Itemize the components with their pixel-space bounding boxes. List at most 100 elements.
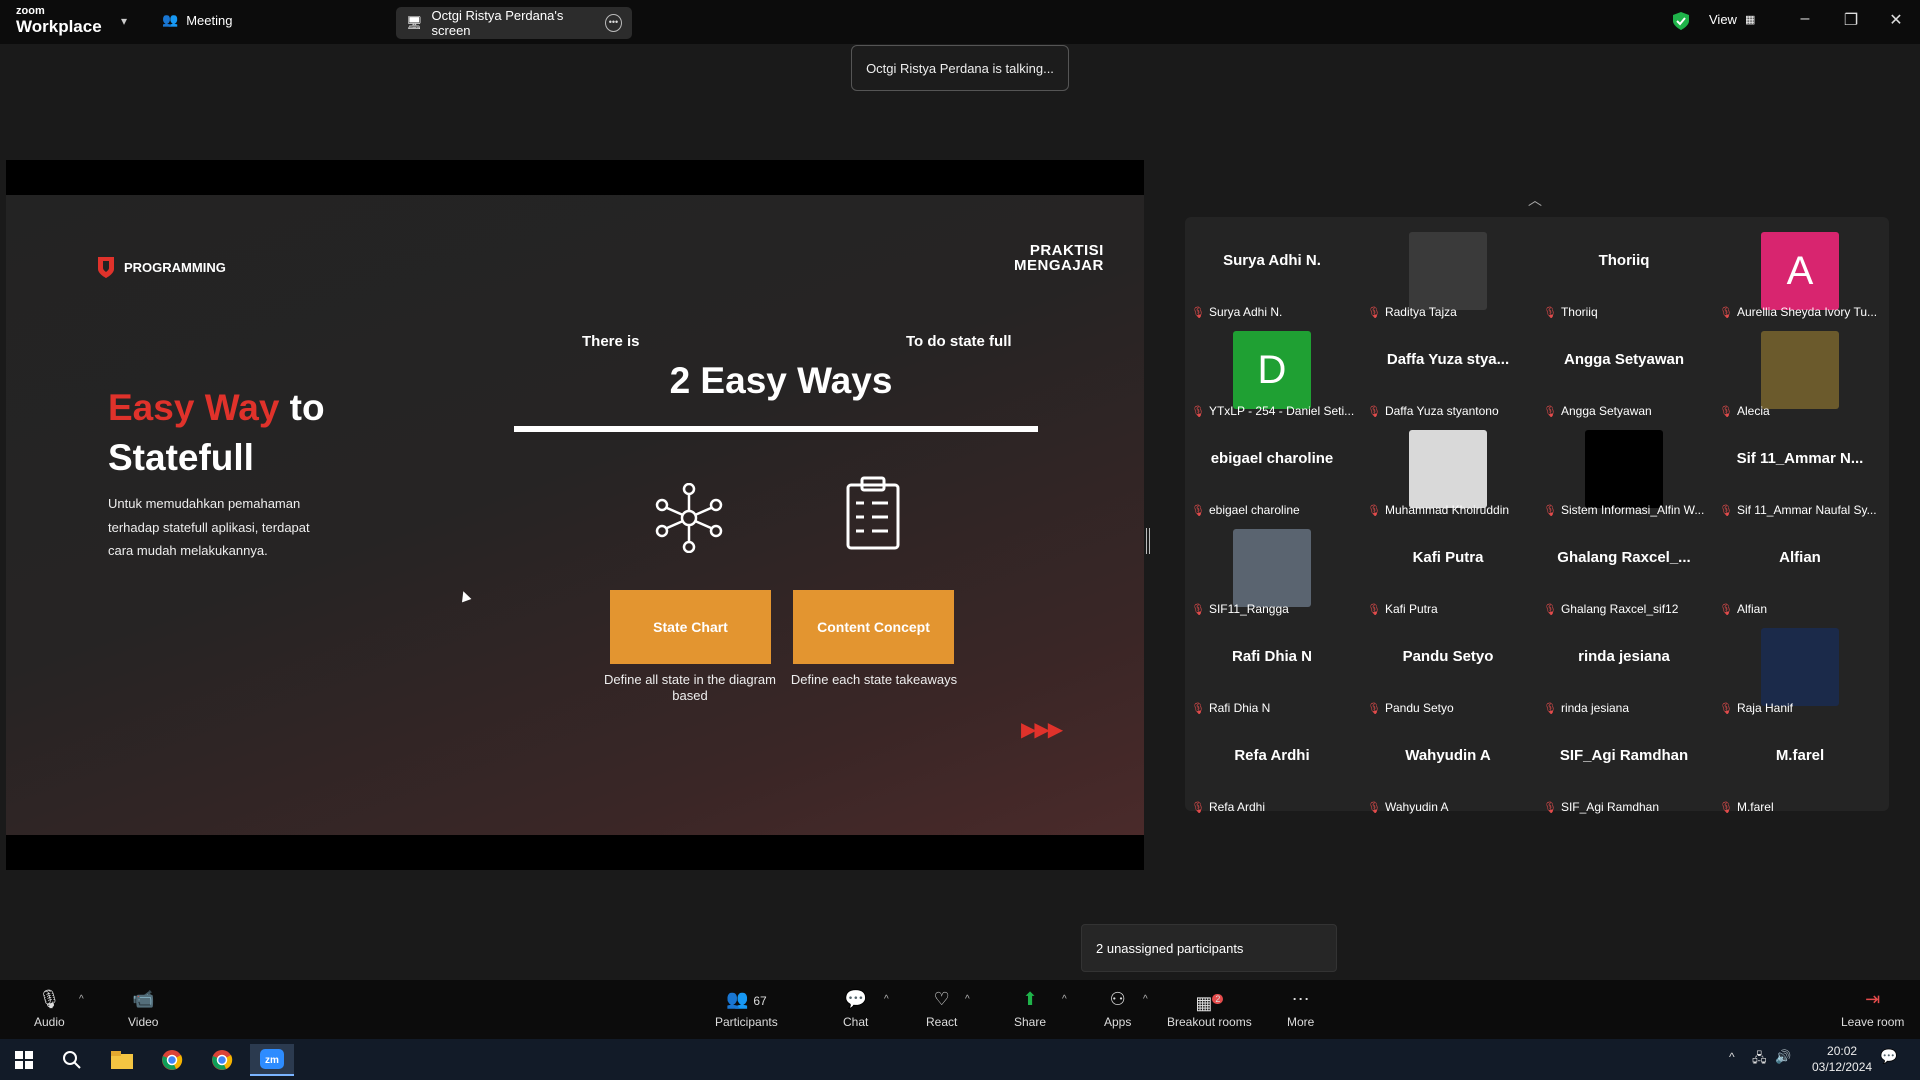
share-options-caret[interactable]: ^	[1062, 994, 1067, 1005]
participant-tile[interactable]: Daffa Yuza stya... 🎙 Daffa Yuza styantono	[1361, 321, 1535, 418]
audio-label: Audio	[34, 1015, 65, 1029]
participant-display-name: ebigael charoline	[1210, 450, 1334, 467]
clock-time: 20:02	[1827, 1044, 1858, 1058]
meeting-label: Meeting	[186, 12, 233, 28]
muted-mic-icon: 🎙	[1719, 603, 1733, 616]
video-button[interactable]: 📹 Video	[128, 988, 158, 1029]
chat-options-caret[interactable]: ^	[884, 994, 889, 1005]
minimize-button[interactable]: –	[1790, 10, 1820, 28]
participant-tile[interactable]: Angga Setyawan 🎙 Angga Setyawan	[1537, 321, 1711, 418]
leave-room-button[interactable]: ⇥ Leave room	[1841, 988, 1904, 1029]
muted-mic-icon: 🎙	[1543, 504, 1557, 517]
windows-start-icon[interactable]	[8, 1044, 40, 1076]
more-options-icon[interactable]: •••	[604, 14, 622, 32]
search-icon[interactable]	[56, 1044, 88, 1076]
muted-mic-icon: 🎙	[1543, 702, 1557, 715]
participant-tile[interactable]: Ghalang Raxcel_... 🎙 Ghalang Raxcel_sif12	[1537, 519, 1711, 616]
muted-mic-icon: 🎙	[1191, 504, 1205, 517]
participant-tile[interactable]: Pandu Setyo 🎙 Pandu Setyo	[1361, 618, 1535, 715]
participant-tile[interactable]: Refa Ardhi 🎙 Refa Ardhi	[1185, 717, 1359, 814]
more-button[interactable]: ⋯ More	[1287, 988, 1314, 1029]
participant-tile[interactable]: 🎙 Raja Hanif	[1713, 618, 1887, 715]
notifications-icon[interactable]: 💬	[1880, 1048, 1897, 1065]
participant-tile[interactable]: Sif 11_Ammar N... 🎙 Sif 11_Ammar Naufal Sy…	[1713, 420, 1887, 517]
apps-button[interactable]: ⚇ Apps	[1104, 988, 1131, 1029]
talking-indicator: Octgi Ristya Perdana is talking...	[851, 45, 1069, 91]
title-highlight: Easy Way	[108, 387, 280, 428]
file-explorer-icon[interactable]	[106, 1044, 138, 1076]
participant-initial-avatar: A	[1761, 232, 1839, 310]
state-chart-box: State Chart	[610, 590, 771, 664]
participant-name: Kafi Putra	[1384, 602, 1438, 616]
shield-logo-icon	[98, 257, 114, 278]
share-button[interactable]: ⬆ Share	[1014, 988, 1046, 1029]
content-concept-caption: Define each state takeaways	[790, 672, 958, 687]
headline-underline	[514, 426, 1038, 432]
participant-tile[interactable]: 🎙 Raditya Tajza	[1361, 222, 1535, 319]
participant-tile[interactable]: M.farel 🎙 M.farel	[1713, 717, 1887, 814]
participant-tile[interactable]: Alfian 🎙 Alfian	[1713, 519, 1887, 616]
maximize-button[interactable]: ❐	[1836, 10, 1866, 30]
participant-name: Ghalang Raxcel_sif12	[1560, 602, 1679, 616]
chrome-profile-icon[interactable]	[206, 1044, 238, 1076]
system-clock[interactable]: 20:02 03/12/2024	[1812, 1043, 1872, 1075]
participant-name: YTxLP - 254 - Daniel Seti...	[1208, 404, 1355, 418]
view-button[interactable]: View ▦	[1709, 12, 1755, 27]
participant-name-label: 🎙 SIF_Agi Ramdhan	[1543, 800, 1659, 814]
participant-tile[interactable]: Thoriiq 🎙 Thoriiq	[1537, 222, 1711, 319]
participant-tile[interactable]: ebigael charoline 🎙 ebigael charoline	[1185, 420, 1359, 517]
chevron-down-icon[interactable]: ▾	[121, 14, 127, 28]
participant-name: Raja Hanif	[1736, 701, 1793, 715]
chat-button[interactable]: 💬 Chat	[843, 988, 868, 1029]
participant-tile[interactable]: 🎙 Sistem Informasi_Alfin W...	[1537, 420, 1711, 517]
audio-button[interactable]: 🎙 Audio	[34, 988, 65, 1029]
participant-tile[interactable]: Wahyudin A 🎙 Wahyudin A	[1361, 717, 1535, 814]
react-button[interactable]: ♡ React	[926, 988, 957, 1029]
clock-date: 03/12/2024	[1812, 1060, 1873, 1074]
screen-share-tab[interactable]: 🖥 Octgi Ristya Perdana's screen •••	[396, 7, 632, 39]
breakout-rooms-button[interactable]: ▦ 2 Breakout rooms	[1167, 988, 1252, 1029]
tray-chevron-icon[interactable]: ^	[1729, 1050, 1735, 1064]
participant-display-name: Pandu Setyo	[1402, 648, 1494, 665]
chevron-up-icon[interactable]: ︿	[1528, 190, 1542, 210]
volume-icon[interactable]: 🔊	[1775, 1049, 1791, 1065]
participant-photo	[1585, 430, 1663, 508]
chrome-icon[interactable]	[156, 1044, 188, 1076]
participant-tile[interactable]: A 🎙 Aurellia Sheyda Ivory Tu...	[1713, 222, 1887, 319]
network-tray-icon[interactable]: 🖧	[1752, 1049, 1767, 1071]
participant-name: Muhammad Khoiruddin	[1384, 503, 1510, 517]
react-options-caret[interactable]: ^	[965, 994, 970, 1005]
participant-tile[interactable]: 🎙 Muhammad Khoiruddin	[1361, 420, 1535, 517]
windows-taskbar: zm ^ 🖧 🔊 20:02 03/12/2024 💬	[0, 1039, 1920, 1080]
unassigned-participants-popup[interactable]: 2 unassigned participants	[1081, 924, 1337, 972]
participant-tile[interactable]: rinda jesiana 🎙 rinda jesiana	[1537, 618, 1711, 715]
shield-check-icon[interactable]	[1672, 11, 1690, 31]
panel-resize-handle[interactable]	[1146, 528, 1150, 554]
participant-tile[interactable]: D 🎙 YTxLP - 254 - Daniel Seti...	[1185, 321, 1359, 418]
participant-name-label: 🎙 YTxLP - 254 - Daniel Seti...	[1191, 404, 1354, 418]
participants-button[interactable]: 👥 67 Participants	[715, 988, 778, 1029]
participant-name-label: 🎙 SIF11_Rangga	[1191, 602, 1289, 616]
shared-screen[interactable]: PROGRAMMING PRAKTISI MENGAJAR Easy Way t…	[6, 160, 1144, 870]
breakout-rooms-icon: ▦ 2	[1195, 988, 1224, 1013]
logo-line1: PRAKTISI	[1029, 242, 1104, 259]
participant-name-label: 🎙 Kafi Putra	[1367, 602, 1438, 616]
participant-tile[interactable]: 🎙 SIF11_Rangga	[1185, 519, 1359, 616]
audio-options-caret[interactable]: ^	[79, 994, 84, 1005]
close-button[interactable]: ✕	[1881, 10, 1911, 30]
participant-tile[interactable]: Rafi Dhia N 🎙 Rafi Dhia N	[1185, 618, 1359, 715]
zoom-taskbar-icon[interactable]: zm	[250, 1044, 294, 1076]
logo-line2: MENGAJAR	[1014, 257, 1104, 274]
participant-name-label: 🎙 Surya Adhi N.	[1191, 305, 1282, 319]
participant-tile[interactable]: SIF_Agi Ramdhan 🎙 SIF_Agi Ramdhan	[1537, 717, 1711, 814]
participant-tile[interactable]: 🎙 Alecia	[1713, 321, 1887, 418]
participant-name-label: 🎙 Pandu Setyo	[1367, 701, 1454, 715]
participant-tile[interactable]: Surya Adhi N. 🎙 Surya Adhi N.	[1185, 222, 1359, 319]
meeting-button[interactable]: 👥 Meeting	[162, 12, 232, 28]
participant-photo	[1761, 628, 1839, 706]
apps-options-caret[interactable]: ^	[1143, 994, 1148, 1005]
muted-mic-icon: 🎙	[1719, 405, 1733, 418]
presenter-icon: 🖥	[406, 15, 423, 30]
participant-photo	[1233, 529, 1311, 607]
participant-tile[interactable]: Kafi Putra 🎙 Kafi Putra	[1361, 519, 1535, 616]
